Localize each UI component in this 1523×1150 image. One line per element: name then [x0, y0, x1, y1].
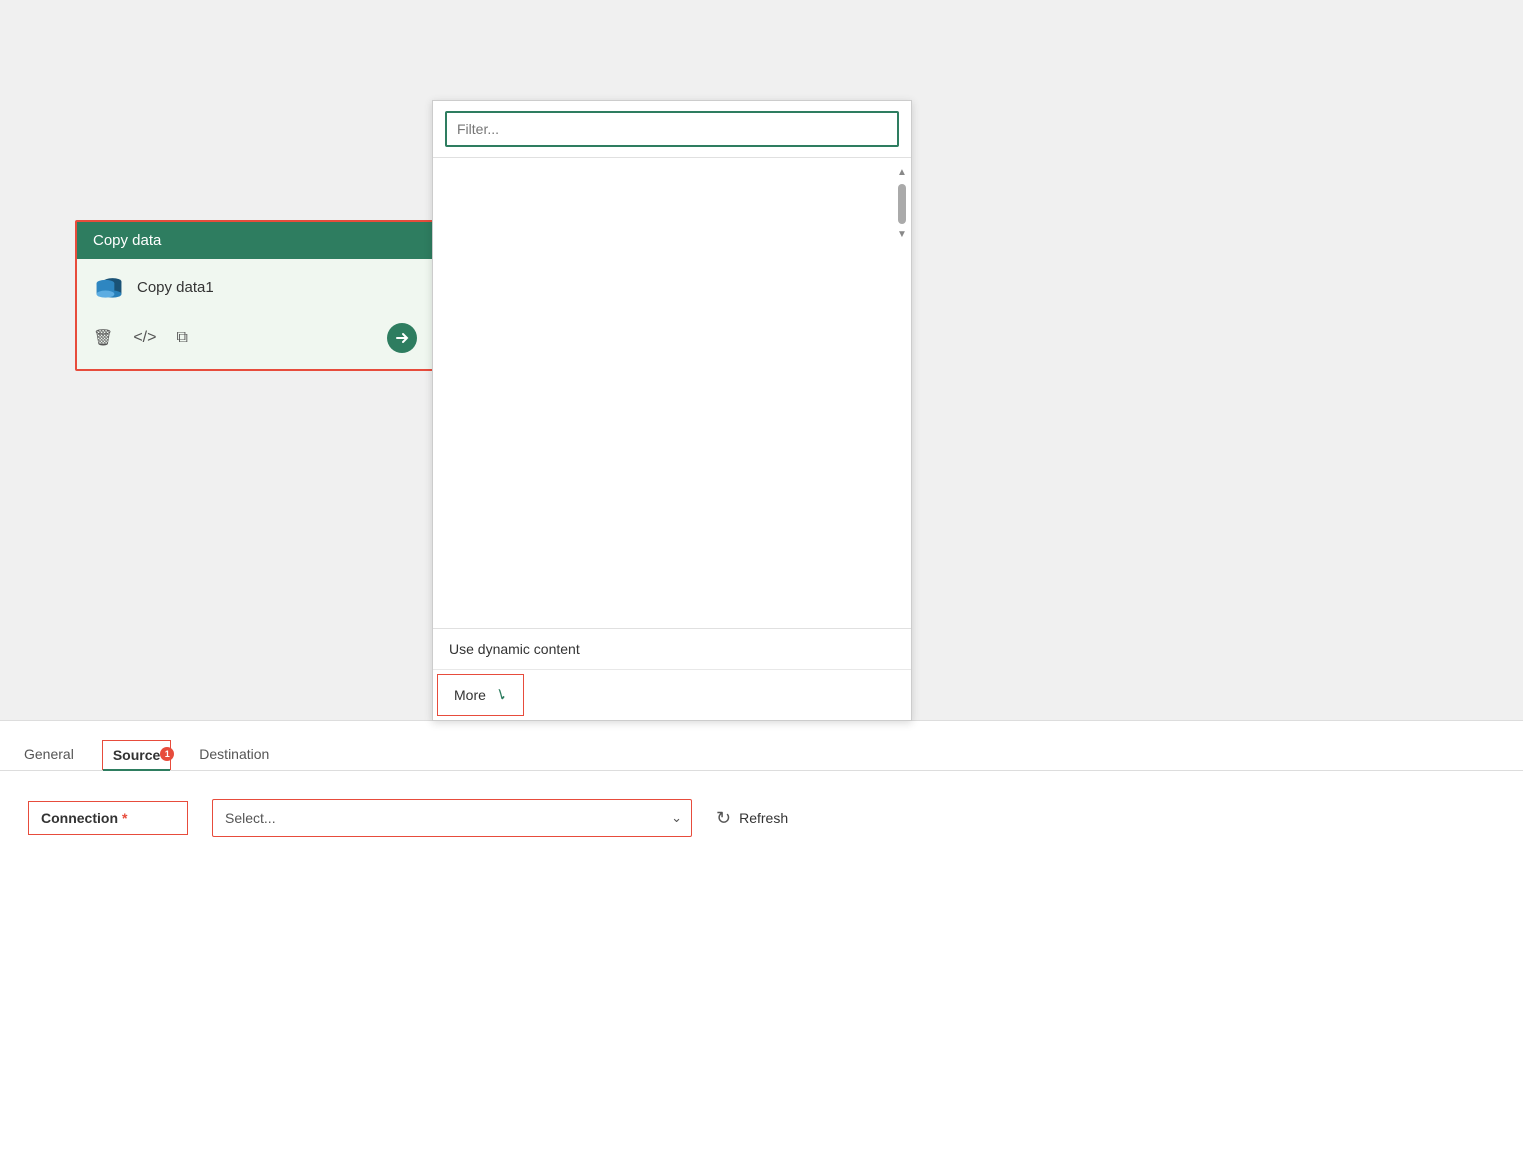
dropdown-popup: ▲ ▼ Use dynamic content More ✓: [432, 100, 912, 721]
refresh-icon: ↻: [716, 808, 731, 829]
refresh-label: Refresh: [739, 810, 788, 826]
scrollbar: ▲ ▼: [897, 166, 907, 242]
tab-general[interactable]: General: [20, 734, 78, 770]
tab-source[interactable]: Source 1: [102, 740, 171, 770]
required-star: *: [122, 810, 127, 826]
connection-select-wrap: Select... ⌄: [212, 799, 692, 837]
bottom-panel: General Source 1 Destination Connection …: [0, 720, 1523, 1150]
tabs-bar: General Source 1 Destination: [0, 721, 1523, 771]
copy-data-card: Copy data Copy data1 🗑 </> ⧉: [75, 220, 435, 371]
connection-select[interactable]: Select...: [212, 799, 692, 837]
code-icon[interactable]: </>: [133, 329, 156, 347]
copy-data-body: Copy data1 🗑 </> ⧉: [77, 259, 433, 369]
checkmark-arrow-icon: ✓: [491, 683, 510, 706]
connection-field-row: Connection * Select... ⌄ ↻ Refresh: [28, 799, 1495, 837]
copy-data-header: Copy data: [77, 222, 433, 259]
dropdown-footer: Use dynamic content More ✓: [433, 628, 911, 716]
source-tab-badge: 1: [160, 747, 174, 761]
scrollbar-down-arrow[interactable]: ▼: [897, 228, 907, 242]
copy-icon[interactable]: ⧉: [176, 329, 187, 347]
more-option[interactable]: More ✓: [437, 674, 524, 716]
database-icon: [93, 271, 125, 303]
copy-data-item-name: Copy data1: [137, 279, 214, 296]
scrollbar-thumb[interactable]: [898, 184, 906, 224]
navigate-arrow-button[interactable]: [387, 323, 417, 353]
filter-input-wrap: [433, 101, 911, 158]
connection-label: Connection *: [28, 801, 188, 835]
scrollbar-up-arrow[interactable]: ▲: [897, 166, 907, 180]
use-dynamic-content-option[interactable]: Use dynamic content: [433, 629, 911, 670]
delete-icon[interactable]: 🗑: [93, 328, 113, 348]
filter-input[interactable]: [445, 111, 899, 147]
dropdown-list-area: ▲ ▼: [433, 158, 911, 628]
refresh-button[interactable]: ↻ Refresh: [716, 808, 788, 829]
panel-content: Connection * Select... ⌄ ↻ Refresh: [0, 771, 1523, 885]
tab-destination[interactable]: Destination: [195, 734, 273, 770]
copy-data-actions: 🗑 </> ⧉: [93, 319, 417, 353]
copy-data-item: Copy data1: [93, 271, 417, 303]
more-label: More: [454, 687, 486, 703]
